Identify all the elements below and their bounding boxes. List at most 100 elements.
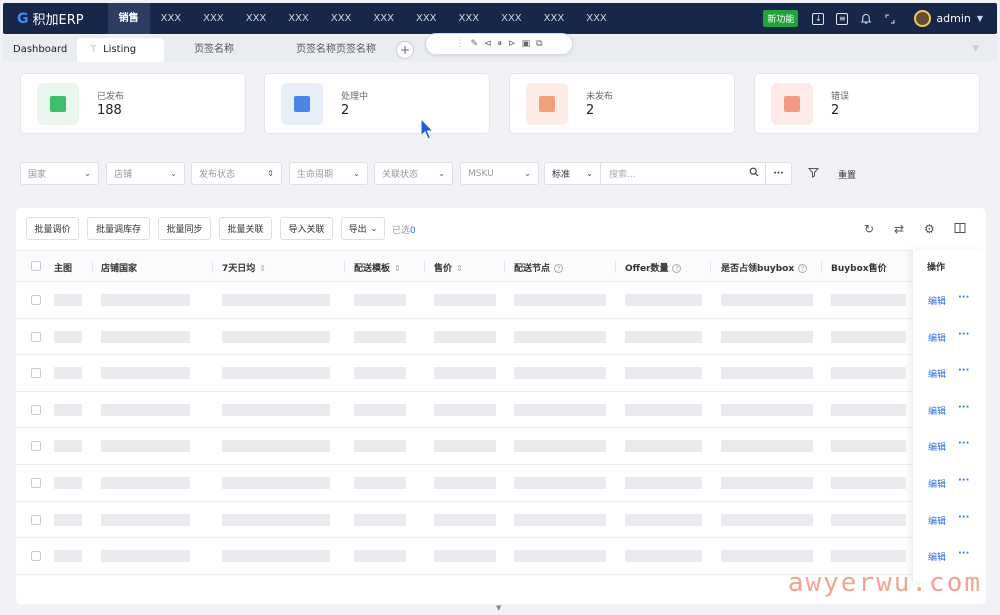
fullscreen-icon[interactable] bbox=[882, 11, 898, 27]
more-actions-icon[interactable]: ··· bbox=[958, 548, 969, 559]
nav-item-11[interactable]: XXX bbox=[575, 3, 618, 34]
help-icon[interactable]: ? bbox=[672, 264, 682, 273]
nav-item-1[interactable]: XXX bbox=[150, 3, 193, 34]
nav-item-0[interactable]: 销售 bbox=[107, 3, 150, 34]
batch-sync-button[interactable]: 批量同步 bbox=[158, 217, 211, 240]
nav-item-7[interactable]: XXX bbox=[405, 3, 448, 34]
nav-item-9[interactable]: XXX bbox=[490, 3, 533, 34]
import-link-button[interactable]: 导入关联 bbox=[280, 217, 333, 240]
more-actions-icon[interactable]: ··· bbox=[958, 329, 969, 340]
user-name[interactable]: admin bbox=[936, 12, 970, 25]
col-7day-avg[interactable]: 7天日均 ⇕ bbox=[222, 261, 266, 274]
edit-link[interactable]: 编辑 bbox=[928, 440, 946, 453]
row-checkbox[interactable] bbox=[31, 514, 41, 525]
stat-card-processing[interactable]: 处理中 2 bbox=[264, 73, 490, 134]
nav-item-6[interactable]: XXX bbox=[362, 3, 405, 34]
table-row[interactable] bbox=[16, 428, 986, 465]
search-input[interactable]: 搜索... bbox=[601, 167, 743, 180]
edit-link[interactable]: 编辑 bbox=[928, 514, 946, 527]
row-checkbox[interactable] bbox=[31, 368, 41, 379]
search-icon[interactable] bbox=[743, 167, 765, 180]
table-row[interactable] bbox=[16, 392, 986, 429]
tab-page-name-long[interactable]: 页签名称页签名称 bbox=[244, 38, 386, 62]
pause-icon[interactable]: ⏸ bbox=[498, 39, 503, 49]
row-checkbox[interactable] bbox=[31, 441, 41, 452]
collapse-icon[interactable]: ▼ bbox=[496, 604, 501, 612]
chevron-down-icon[interactable]: ▼ bbox=[977, 14, 983, 23]
tab-dashboard[interactable]: Dashboard bbox=[3, 38, 77, 62]
drag-handle-icon[interactable]: ⋮ bbox=[455, 39, 464, 49]
download-icon[interactable]: ↓ bbox=[810, 11, 826, 27]
new-feature-badge[interactable]: 新功能 bbox=[763, 10, 799, 27]
table-row[interactable] bbox=[16, 355, 986, 392]
country-select[interactable]: 国家 ⌄ bbox=[20, 162, 99, 185]
select-all-checkbox[interactable] bbox=[31, 261, 41, 271]
edit-link[interactable]: 编辑 bbox=[928, 404, 946, 417]
help-icon[interactable]: ? bbox=[798, 264, 808, 273]
edit-link[interactable]: 编辑 bbox=[928, 367, 946, 380]
nav-item-8[interactable]: XXX bbox=[448, 3, 491, 34]
nav-item-3[interactable]: XXX bbox=[235, 3, 278, 34]
refresh-icon[interactable]: ↻ bbox=[864, 222, 874, 236]
nav-item-4[interactable]: XXX bbox=[277, 3, 320, 34]
stat-card-published[interactable]: 已发布 188 bbox=[20, 73, 246, 134]
more-actions-icon[interactable]: ··· bbox=[958, 365, 969, 376]
settings-gear-icon[interactable]: ⚙ bbox=[924, 222, 935, 236]
pin-icon[interactable]: ⊤ bbox=[89, 45, 97, 55]
col-price[interactable]: 售价 ⇕ bbox=[434, 261, 463, 274]
row-checkbox[interactable] bbox=[31, 478, 41, 488]
batch-price-button[interactable]: 批量调价 bbox=[26, 217, 79, 240]
tab-page-name[interactable]: 页签名称 bbox=[164, 38, 244, 62]
swap-icon[interactable]: ⇄ bbox=[894, 222, 904, 236]
lifecycle-select[interactable]: 生命周期 ⌄ bbox=[289, 162, 368, 185]
msku-select[interactable]: MSKU ⌄ bbox=[460, 162, 539, 185]
edit-link[interactable]: 编辑 bbox=[928, 294, 946, 307]
back-icon[interactable]: ⊲ bbox=[484, 39, 492, 49]
table-row[interactable] bbox=[16, 502, 986, 539]
filter-icon[interactable] bbox=[807, 167, 820, 181]
publish-status-select[interactable]: 发布状态 ⇕ bbox=[191, 162, 282, 185]
more-actions-icon[interactable]: ··· bbox=[958, 402, 969, 413]
columns-icon[interactable] bbox=[954, 222, 966, 237]
add-tab-button[interactable]: + bbox=[396, 41, 415, 59]
table-row[interactable] bbox=[16, 465, 986, 502]
list-icon[interactable]: ≡ bbox=[834, 11, 850, 27]
search-mode-select[interactable]: 标准 ⌄ bbox=[545, 163, 601, 184]
save-icon[interactable]: ▣ bbox=[522, 39, 531, 49]
tabs-overflow-icon[interactable]: ▼ bbox=[972, 44, 979, 54]
more-actions-icon[interactable]: ··· bbox=[958, 438, 969, 449]
more-actions-icon[interactable]: ··· bbox=[958, 475, 969, 486]
reset-button[interactable]: 重置 bbox=[838, 168, 856, 181]
row-checkbox[interactable] bbox=[31, 404, 41, 415]
sort-icon[interactable]: ⇕ bbox=[259, 264, 266, 273]
table-row[interactable] bbox=[16, 282, 986, 319]
edit-link[interactable]: 编辑 bbox=[928, 550, 946, 563]
store-select[interactable]: 店铺 ⌄ bbox=[106, 162, 185, 185]
row-checkbox[interactable] bbox=[31, 551, 41, 562]
sort-icon[interactable]: ⇕ bbox=[456, 264, 463, 273]
batch-stock-button[interactable]: 批量调库存 bbox=[87, 217, 150, 240]
more-actions-icon[interactable]: ··· bbox=[958, 512, 969, 523]
copy-icon[interactable]: ⧉ bbox=[536, 39, 542, 49]
more-actions-icon[interactable]: ··· bbox=[958, 292, 969, 303]
nav-item-2[interactable]: XXX bbox=[192, 3, 235, 34]
tab-listing[interactable]: ⊤ Listing bbox=[77, 38, 165, 62]
row-checkbox[interactable] bbox=[31, 295, 41, 305]
help-icon[interactable]: ? bbox=[554, 264, 564, 273]
table-row[interactable] bbox=[16, 319, 986, 356]
more-options-icon[interactable]: ··· bbox=[765, 163, 791, 184]
stat-card-error[interactable]: 错误 2 bbox=[754, 73, 980, 134]
edit-icon[interactable]: ✎ bbox=[470, 39, 478, 49]
batch-link-button[interactable]: 批量关联 bbox=[219, 217, 272, 240]
bell-icon[interactable] bbox=[858, 11, 874, 27]
edit-link[interactable]: 编辑 bbox=[928, 477, 946, 490]
export-button[interactable]: 导出 ⌄ bbox=[341, 217, 385, 240]
nav-item-10[interactable]: XXX bbox=[533, 3, 576, 34]
col-shipping-template[interactable]: 配送模板 ⇕ bbox=[354, 261, 401, 274]
forward-icon[interactable]: ⊳ bbox=[508, 39, 516, 49]
row-checkbox[interactable] bbox=[31, 331, 41, 342]
sort-icon[interactable]: ⇕ bbox=[394, 264, 401, 273]
link-status-select[interactable]: 关联状态 ⌄ bbox=[374, 162, 453, 185]
app-logo[interactable]: G 积加ERP bbox=[17, 9, 84, 29]
edit-link[interactable]: 编辑 bbox=[928, 331, 946, 344]
